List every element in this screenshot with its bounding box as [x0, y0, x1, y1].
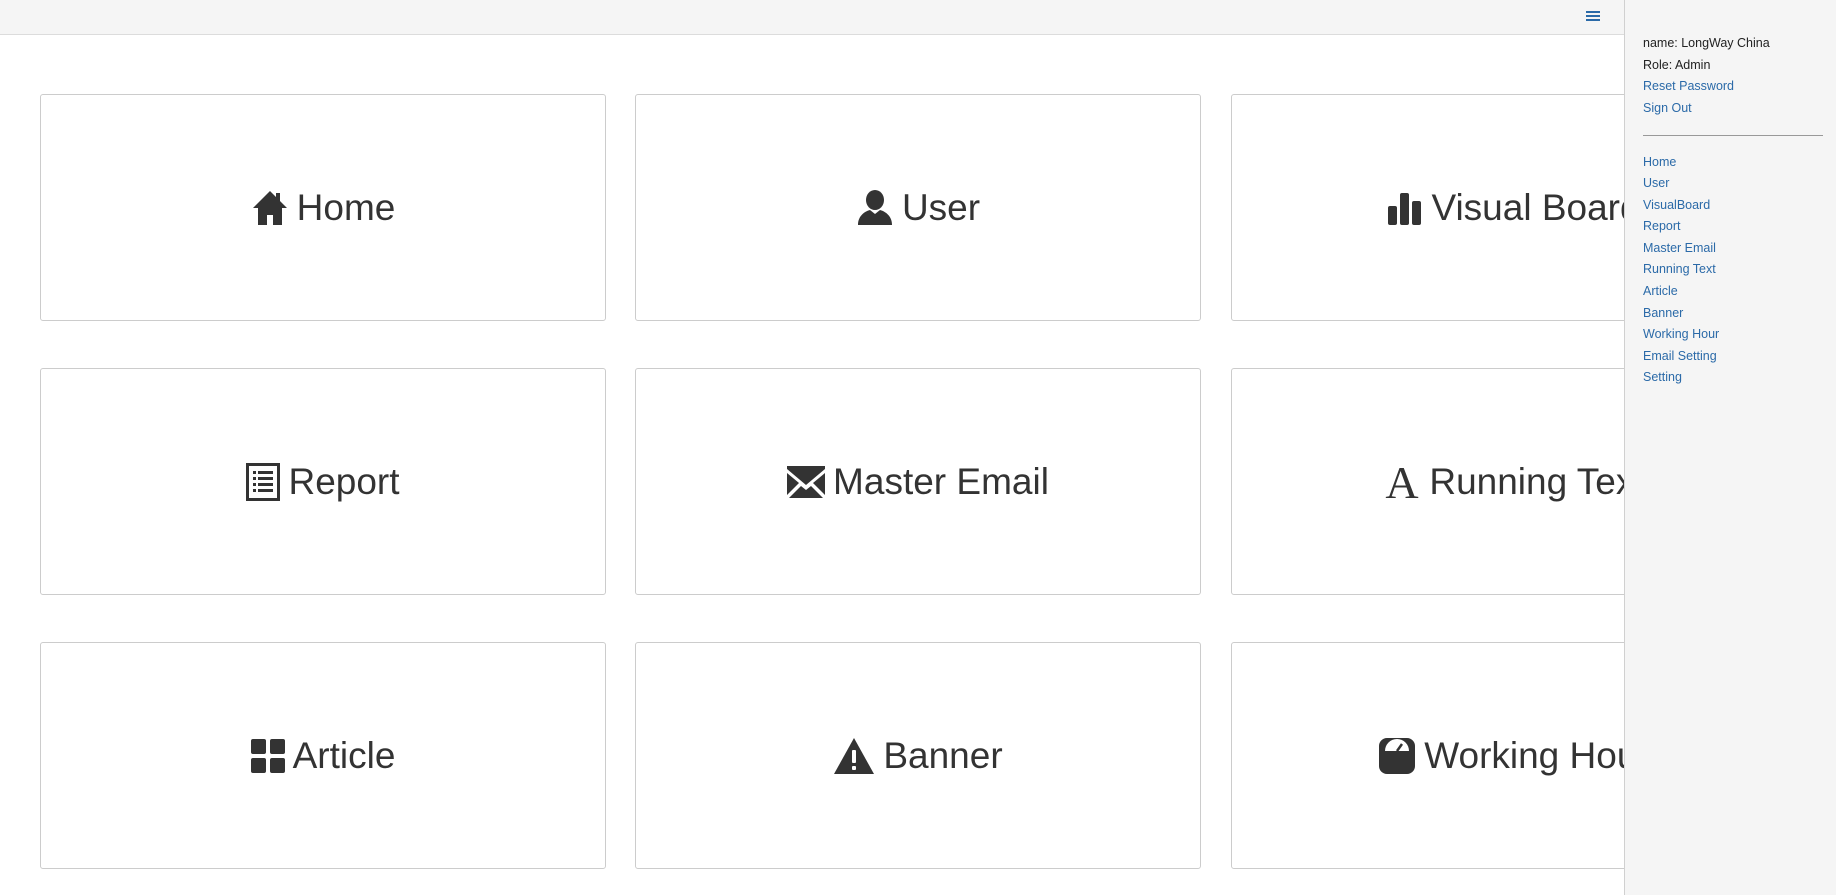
tile-label: Visual Board [1431, 186, 1641, 228]
tile-banner[interactable]: Banner [635, 642, 1201, 869]
warning-icon [833, 737, 875, 775]
sidebar-item-email-setting[interactable]: Email Setting [1643, 349, 1717, 363]
sidebar-item-report[interactable]: Report [1643, 219, 1681, 233]
user-sidebar: name: LongWay China Role: Admin Reset Pa… [1624, 0, 1836, 895]
font-icon: A [1383, 462, 1421, 502]
sidebar-item-banner[interactable]: Banner [1643, 306, 1683, 320]
tile-label: Working Hour [1424, 734, 1650, 776]
tile-label: Banner [883, 734, 1003, 776]
tile-user[interactable]: User [635, 94, 1201, 321]
svg-text:A: A [1386, 462, 1419, 502]
grid-icon [250, 738, 285, 773]
user-role: Role: Admin [1643, 58, 1711, 72]
tile-master-email[interactable]: Master Email [635, 368, 1201, 595]
sidebar-item-home[interactable]: Home [1643, 155, 1676, 169]
sidebar-item-running-text[interactable]: Running Text [1643, 262, 1716, 276]
tile-label: Running Text [1429, 460, 1645, 502]
divider [1643, 135, 1823, 136]
sidebar-item-working-hour[interactable]: Working Hour [1643, 327, 1719, 341]
bar-chart-icon [1387, 190, 1423, 226]
hamburger-icon[interactable] [1583, 9, 1603, 26]
user-icon [856, 189, 894, 227]
list-icon [246, 462, 281, 501]
tile-article[interactable]: Article [40, 642, 606, 869]
envelope-icon [787, 465, 826, 498]
sidebar-item-master-email[interactable]: Master Email [1643, 241, 1716, 255]
sidebar-item-setting[interactable]: Setting [1643, 370, 1682, 384]
reset-password-link[interactable]: Reset Password [1643, 79, 1734, 93]
tile-home[interactable]: Home [40, 94, 606, 321]
sidebar-item-visualboard[interactable]: VisualBoard [1643, 198, 1710, 212]
tile-label: User [901, 186, 981, 228]
tile-label: Report [288, 460, 400, 502]
home-icon [251, 189, 289, 227]
tile-label: Article [292, 734, 396, 776]
tile-report[interactable]: Report [40, 368, 606, 595]
tile-label: Master Email [833, 460, 1049, 502]
sign-out-link[interactable]: Sign Out [1643, 101, 1692, 115]
user-name: name: LongWay China [1643, 36, 1770, 50]
tile-label: Home [296, 186, 396, 228]
dashboard-icon [1378, 737, 1416, 775]
sidebar-item-user[interactable]: User [1643, 176, 1669, 190]
sidebar-item-article[interactable]: Article [1643, 284, 1678, 298]
top-navbar [0, 0, 1836, 35]
